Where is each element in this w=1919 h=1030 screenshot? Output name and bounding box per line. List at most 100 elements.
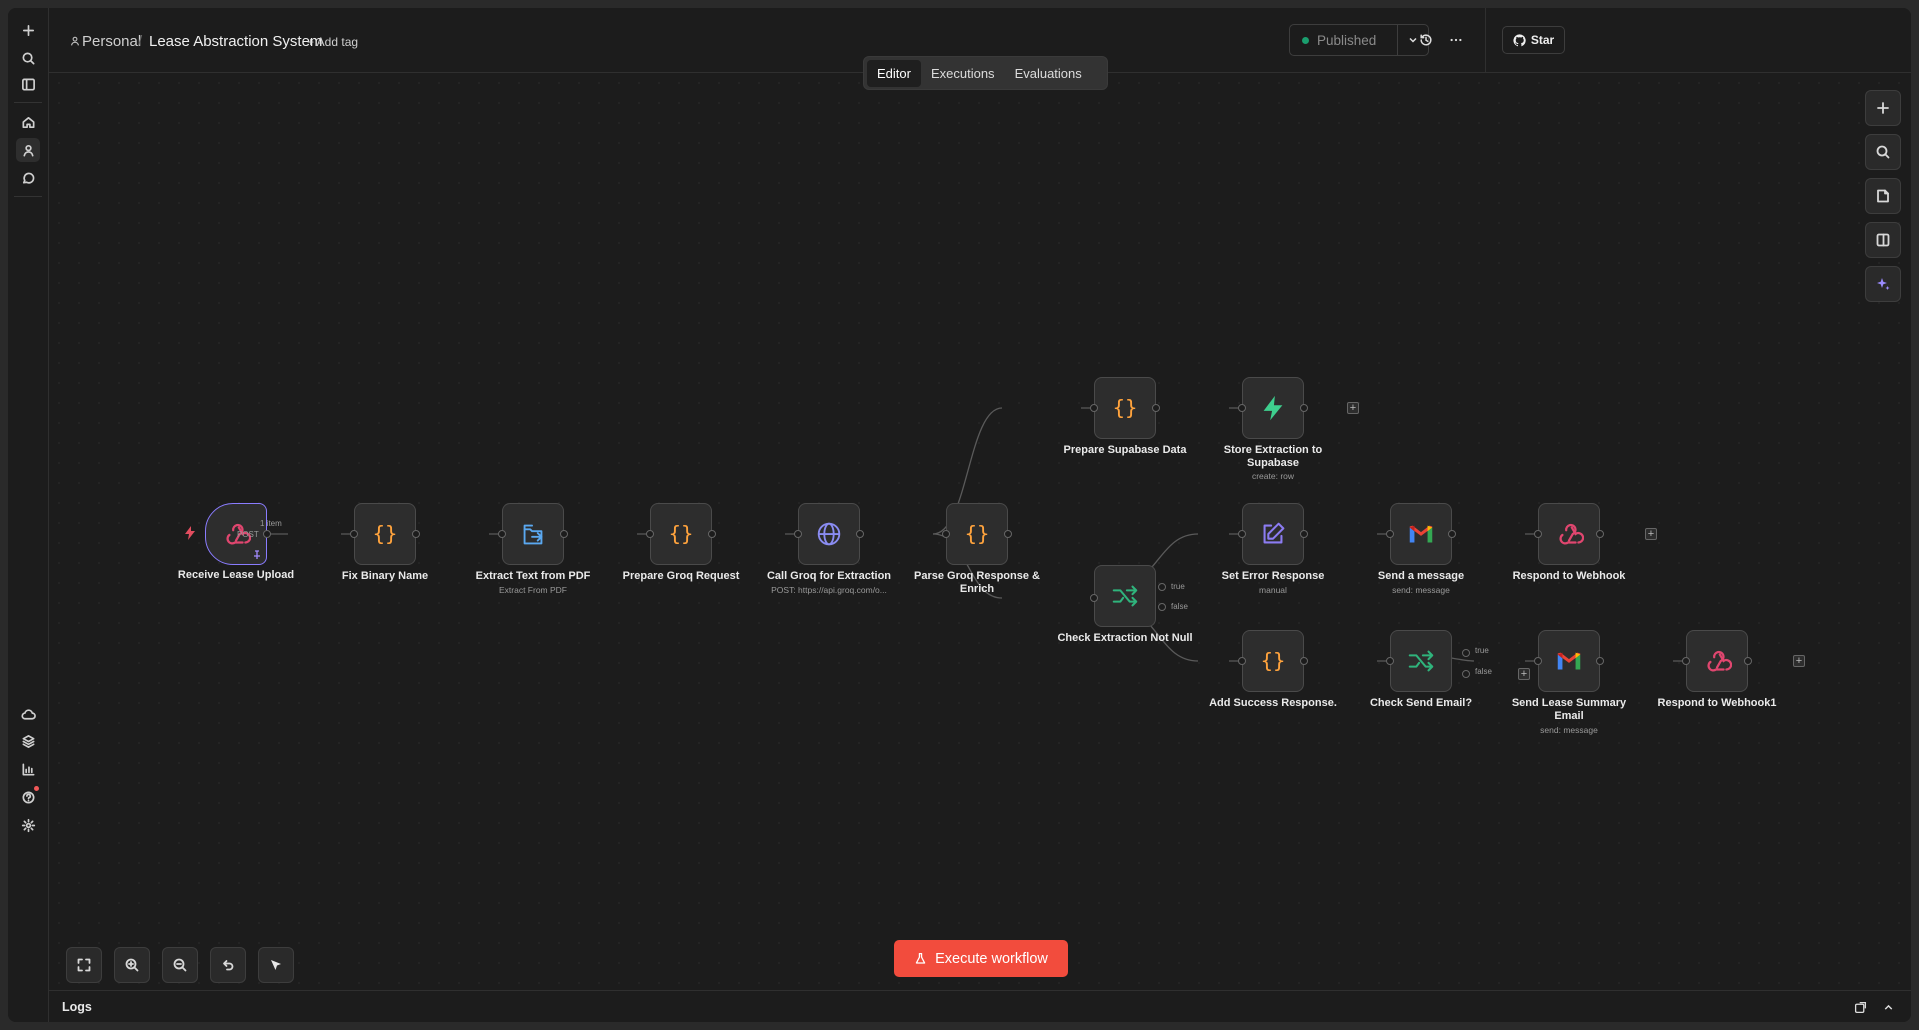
templates-icon[interactable] [16, 729, 40, 753]
input-port[interactable] [794, 530, 802, 538]
output-port[interactable] [1448, 530, 1456, 538]
output-port[interactable] [856, 530, 864, 538]
input-port[interactable] [1534, 530, 1542, 538]
output-port[interactable] [708, 530, 716, 538]
insights-icon[interactable] [16, 757, 40, 781]
node-respond-to-webhook[interactable] [1538, 503, 1600, 565]
node-call-groq-for-extraction[interactable] [798, 503, 860, 565]
node-check-extraction-not-null[interactable] [1094, 565, 1156, 627]
input-port[interactable] [1238, 530, 1246, 538]
output-port[interactable] [1300, 657, 1308, 665]
github-star-button[interactable]: Star [1502, 26, 1565, 54]
input-port[interactable] [1682, 657, 1690, 665]
node-subtitle: send: message [1392, 585, 1450, 595]
tab-evaluations[interactable]: Evaluations [1005, 60, 1092, 87]
input-port[interactable] [1238, 404, 1246, 412]
add-node-panel-button[interactable] [1865, 90, 1901, 126]
code-icon: {} [965, 522, 990, 546]
node-prepare-supabase-data[interactable]: {} [1094, 377, 1156, 439]
http-icon [817, 522, 841, 546]
home-icon[interactable] [16, 110, 40, 134]
user-icon[interactable] [16, 138, 40, 162]
input-port[interactable] [1534, 657, 1542, 665]
output-port-false[interactable] [1462, 670, 1470, 678]
output-port[interactable] [1300, 404, 1308, 412]
output-port[interactable] [1300, 530, 1308, 538]
zoom-in-button[interactable] [114, 947, 150, 983]
user-icon [71, 36, 79, 46]
add-node-button[interactable]: + [1645, 528, 1657, 540]
tab-editor[interactable]: Editor [867, 59, 921, 87]
workflow-name[interactable]: Lease Abstraction System [149, 33, 322, 50]
node-check-send-email[interactable] [1390, 630, 1452, 692]
zoom-out-button[interactable] [162, 947, 198, 983]
sidebar-divider [14, 102, 42, 103]
input-port[interactable] [498, 530, 506, 538]
code-icon: {} [373, 522, 398, 546]
plus-icon[interactable] [16, 18, 40, 42]
node-store-extraction-supabase[interactable] [1242, 377, 1304, 439]
node-label: Set Error Response [1221, 570, 1325, 582]
add-node-button[interactable]: + [1347, 402, 1359, 414]
node-send-a-message[interactable] [1390, 503, 1452, 565]
output-port[interactable] [1596, 530, 1604, 538]
input-port[interactable] [942, 530, 950, 538]
node-parse-groq-response[interactable]: {} [946, 503, 1008, 565]
search-icon[interactable] [16, 46, 40, 70]
node-subtitle: POST: https://api.groq.com/o... [771, 585, 887, 595]
chevron-up-icon[interactable] [1882, 1001, 1895, 1014]
history-icon[interactable] [1419, 33, 1433, 47]
input-port[interactable] [1386, 657, 1394, 665]
sidebar-toggle-icon[interactable] [16, 72, 40, 96]
undo-icon [223, 960, 234, 971]
sticky-note-button[interactable] [1865, 178, 1901, 214]
node-fix-binary-name[interactable]: {} [354, 503, 416, 565]
input-port[interactable] [1090, 594, 1098, 602]
add-tag-link[interactable]: + Add tag [307, 35, 358, 49]
branch-true-label: true [1475, 646, 1489, 655]
input-port[interactable] [350, 530, 358, 538]
node-label: Add Success Response. [1209, 697, 1337, 709]
input-port[interactable] [1238, 657, 1246, 665]
node-respond-to-webhook1[interactable] [1686, 630, 1748, 692]
output-port[interactable] [1744, 657, 1752, 665]
help-icon[interactable] [16, 785, 40, 809]
ai-assistant-button[interactable] [1865, 266, 1901, 302]
breadcrumb-project[interactable]: Personal [82, 33, 141, 50]
input-port[interactable] [1090, 404, 1098, 412]
input-port[interactable] [1386, 530, 1394, 538]
output-port[interactable] [1596, 657, 1604, 665]
input-port[interactable] [646, 530, 654, 538]
add-node-button[interactable]: + [1793, 655, 1805, 667]
tidy-up-button[interactable] [258, 947, 294, 983]
settings-icon[interactable] [16, 813, 40, 837]
output-port[interactable] [1152, 404, 1160, 412]
node-prepare-groq-request[interactable]: {} [650, 503, 712, 565]
node-add-success-response[interactable]: {} [1242, 630, 1304, 692]
output-port-true[interactable] [1158, 583, 1166, 591]
canvas-search-button[interactable] [1865, 134, 1901, 170]
tab-executions[interactable]: Executions [921, 60, 1005, 87]
node-send-lease-summary-email[interactable] [1538, 630, 1600, 692]
popout-icon[interactable] [1854, 1001, 1867, 1014]
execute-workflow-button[interactable]: Execute workflow [894, 940, 1068, 977]
logs-bar[interactable]: Logs [49, 990, 1911, 1022]
output-port[interactable] [412, 530, 420, 538]
output-port[interactable] [263, 530, 271, 538]
add-node-button[interactable]: + [1518, 668, 1530, 680]
node-label: Send a message [1377, 570, 1465, 582]
output-port-true[interactable] [1462, 649, 1470, 657]
output-port[interactable] [560, 530, 568, 538]
zoom-in-icon [125, 958, 139, 972]
node-set-error-response[interactable] [1242, 503, 1304, 565]
panel-toggle-button[interactable] [1865, 222, 1901, 258]
chat-icon[interactable] [16, 166, 40, 190]
output-port-false[interactable] [1158, 603, 1166, 611]
more-icon[interactable] [1449, 33, 1463, 47]
node-extract-text-from-pdf[interactable] [502, 503, 564, 565]
cloud-icon[interactable] [16, 702, 40, 726]
fit-view-button[interactable] [66, 947, 102, 983]
undo-button[interactable] [210, 947, 246, 983]
output-port[interactable] [1004, 530, 1012, 538]
published-button[interactable]: Published [1289, 24, 1398, 56]
